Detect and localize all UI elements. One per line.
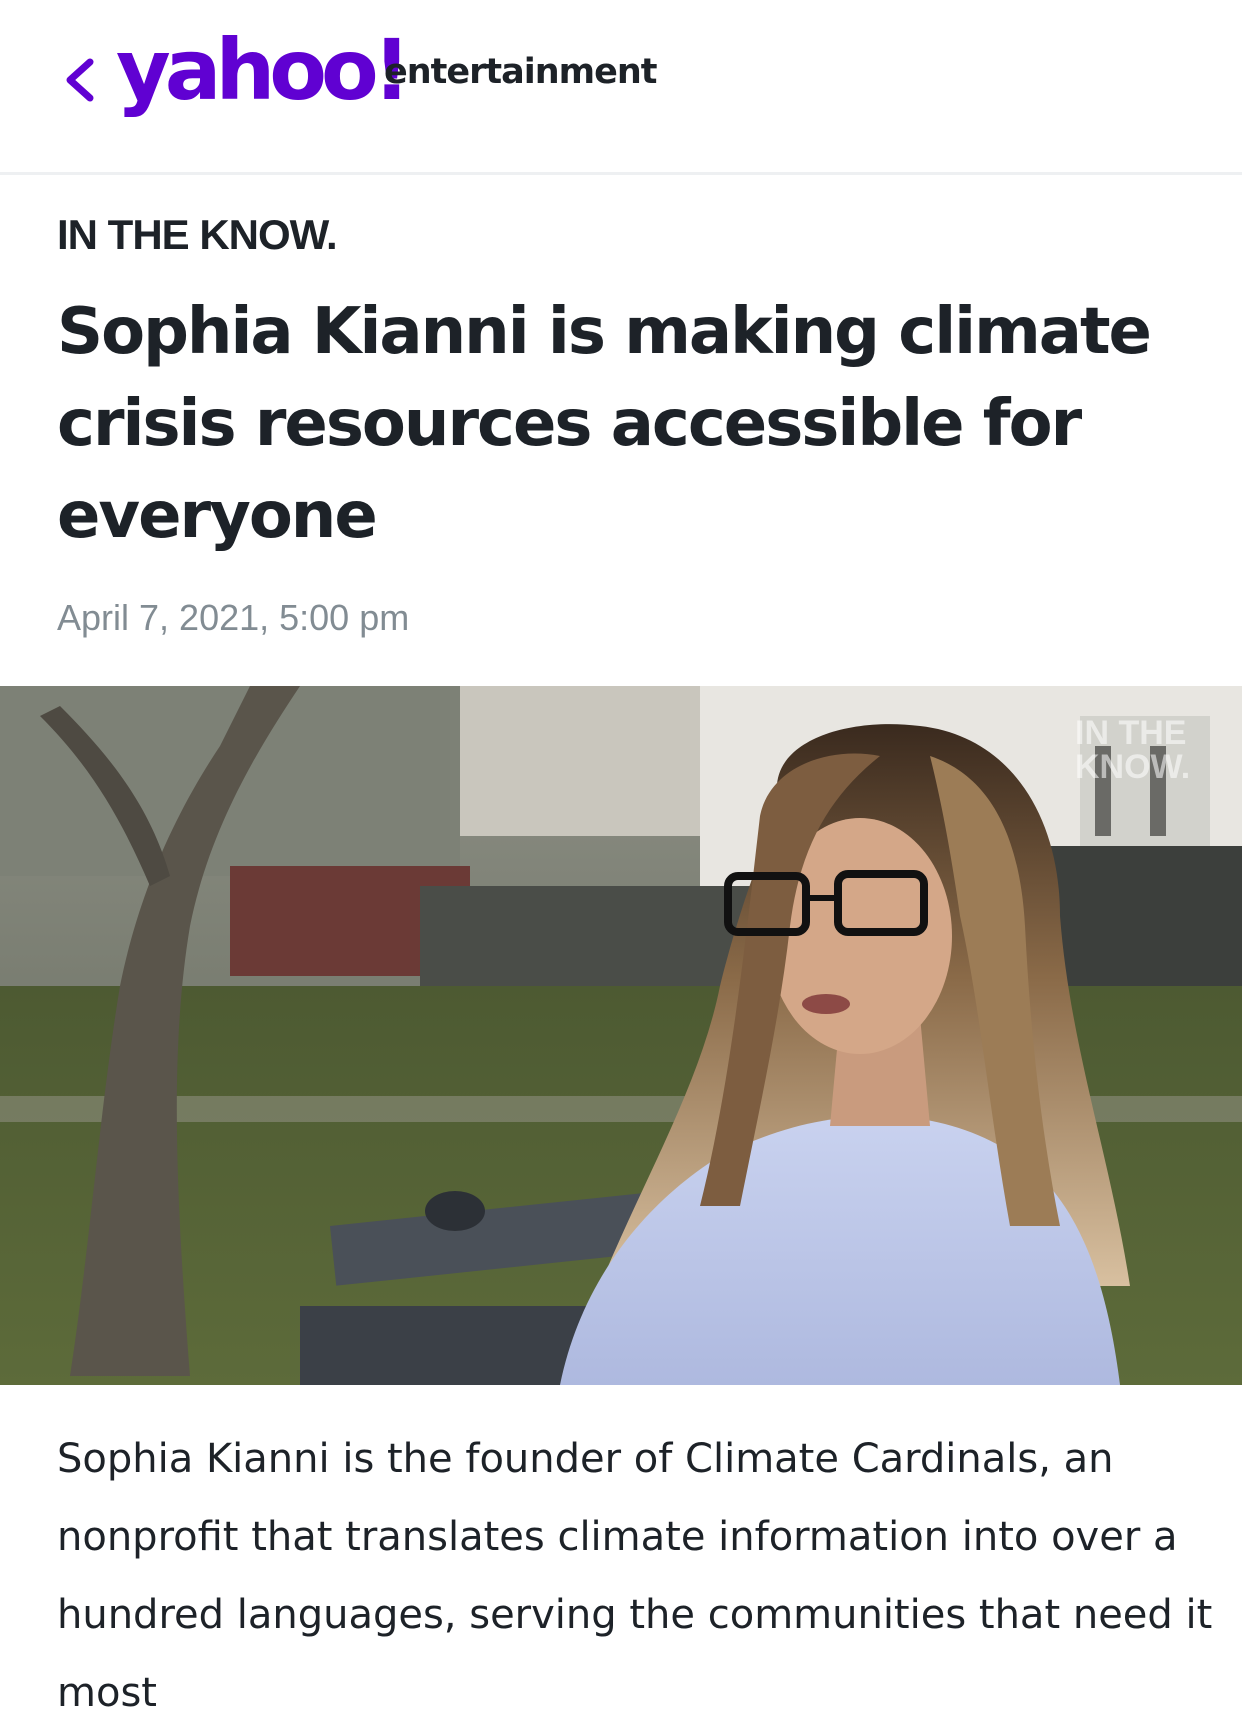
chevron-left-icon[interactable] bbox=[60, 56, 100, 104]
publish-date: April 7, 2021, 5:00 pm bbox=[57, 597, 410, 638]
section-name: entertainment bbox=[384, 52, 658, 92]
watermark-line-1: IN THE bbox=[1075, 714, 1186, 752]
provider-name[interactable]: IN THE KNOW. bbox=[57, 214, 338, 256]
article-summary: Sophia Kianni is the founder of Climate … bbox=[57, 1436, 1213, 1716]
watermark-line-2: KNOW. bbox=[1075, 748, 1190, 786]
top-navigation-bar: yahoo! entertainment bbox=[0, 0, 1242, 175]
yahoo-logo[interactable]: yahoo! bbox=[116, 28, 411, 112]
hero-photo: IN THE KNOW. bbox=[0, 686, 1242, 1385]
article-headline: Sophia Kianni is making climate crisis r… bbox=[57, 295, 1152, 553]
